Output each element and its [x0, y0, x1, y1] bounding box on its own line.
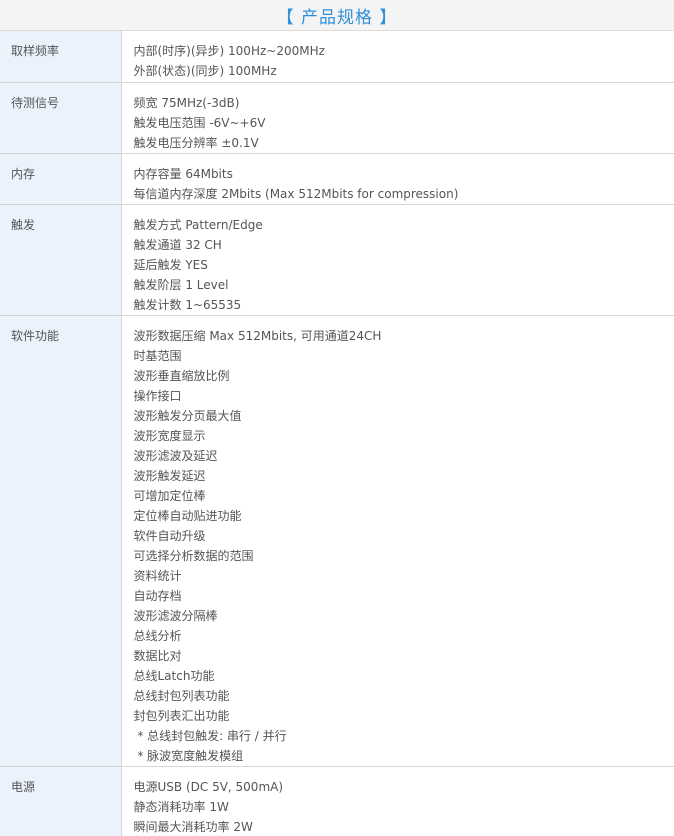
spec-values: 频宽 75MHz(-3dB) 触发电压范围 -6V~+6V 触发电压分辨率 ±0.1…	[121, 82, 674, 154]
spec-value-line: * 脉波宽度触发模组	[133, 748, 244, 763]
spec-values: 内部(时序)(异步) 100Hz~200MHz 外部(状态)(同步) 100MHz	[121, 31, 674, 83]
spec-row-sampling-rate: 取样频率 内部(时序)(异步) 100Hz~200MHz 外部(状态)(同步) 10…	[0, 31, 674, 83]
spec-value-line: 波形触发分页最大值	[133, 408, 242, 423]
spec-value-line: 可增加定位棒	[133, 488, 206, 503]
spec-value-line: 操作接口	[133, 388, 182, 403]
spec-table: 取样频率 内部(时序)(异步) 100Hz~200MHz 外部(状态)(同步) 10…	[0, 31, 674, 836]
spec-label: 软件功能	[0, 315, 122, 767]
spec-value-line: 波形数据压缩 Max 512Mbits, 可用通道24CH	[133, 328, 382, 343]
spec-value-line: 波形滤波及延迟	[133, 448, 218, 463]
spec-value-line: 软件自动升级	[133, 528, 206, 543]
spec-values: 触发方式 Pattern/Edge 触发通道 32 CH 延后触发 YES 触发阶层 …	[121, 204, 674, 316]
spec-values: 波形数据压缩 Max 512Mbits, 可用通道24CH 时基范围波形垂直缩放比…	[121, 315, 674, 767]
spec-value-line: 波形触发延迟	[133, 468, 206, 483]
spec-value-line: 瞬间最大消耗功率 2W	[133, 819, 253, 834]
spec-page: 【 产品规格 】 取样频率 内部(时序)(异步) 100Hz~200MHz 外部(状…	[0, 0, 674, 836]
spec-label: 电源	[0, 766, 122, 836]
spec-label: 待测信号	[0, 82, 122, 154]
spec-value-line: 波形滤波分隔棒	[133, 608, 218, 623]
spec-value-line: 内存容量 64Mbits	[133, 166, 233, 181]
spec-value-line: 外部(状态)(同步) 100MHz	[133, 64, 277, 78]
spec-value-line: 静态消耗功率 1W	[133, 799, 229, 814]
spec-value-line: 资料统计	[133, 568, 182, 583]
spec-value-line: 波形宽度显示	[133, 428, 206, 443]
spec-row-trigger: 触发 触发方式 Pattern/Edge 触发通道 32 CH 延后触发 YES 触发阶…	[0, 204, 674, 316]
spec-row-memory: 内存 内存容量 64Mbits 每信道内存深度 2Mbits (Max 512Mbi…	[0, 153, 674, 205]
spec-value-line: 延后触发 YES	[133, 257, 208, 272]
spec-value-line: * 总线封包触发: 串行 / 并行	[133, 728, 287, 743]
spec-value-line: 触发计数 1~65535	[133, 297, 242, 312]
spec-value-line: 电源USB (DC 5V, 500mA)	[133, 779, 284, 794]
spec-value-line: 数据比对	[133, 648, 182, 663]
spec-value-line: 定位棒自动贴进功能	[133, 508, 242, 523]
spec-row-signal-under-test: 待测信号 频宽 75MHz(-3dB) 触发电压范围 -6V~+6V 触发电压分辨率 …	[0, 82, 674, 154]
spec-row-power: 电源 电源USB (DC 5V, 500mA) 静态消耗功率 1W 瞬间最大消耗功率 …	[0, 766, 674, 836]
spec-value-line: 频宽 75MHz(-3dB)	[133, 95, 240, 110]
spec-value-line: 总线Latch功能	[133, 668, 215, 683]
spec-value-line: 总线封包列表功能	[133, 688, 230, 703]
spec-value-line: 可选择分析数据的范围	[133, 548, 254, 563]
spec-value-line: 时基范围	[133, 348, 182, 363]
spec-value-line: 内部(时序)(异步) 100Hz~200MHz	[133, 44, 325, 58]
spec-value-line: 触发电压范围 -6V~+6V	[133, 115, 266, 130]
spec-values: 内存容量 64Mbits 每信道内存深度 2Mbits (Max 512Mbits…	[121, 153, 674, 205]
spec-value-line: 触发通道 32 CH	[133, 237, 222, 252]
page-title: 【 产品规格 】	[0, 0, 674, 31]
spec-value-line: 触发方式 Pattern/Edge	[133, 217, 263, 232]
spec-value-line: 波形垂直缩放比例	[133, 368, 230, 383]
spec-row-software-features: 软件功能 波形数据压缩 Max 512Mbits, 可用通道24CH 时基范围波形垂…	[0, 315, 674, 767]
spec-value-line: 触发阶层 1 Level	[133, 277, 229, 292]
spec-value-line: 自动存档	[133, 588, 182, 603]
spec-label: 触发	[0, 204, 122, 316]
spec-label: 内存	[0, 153, 122, 205]
spec-value-line: 封包列表汇出功能	[133, 708, 230, 723]
spec-value-line: 总线分析	[133, 628, 182, 643]
spec-value-line: 触发电压分辨率 ±0.1V	[133, 135, 259, 150]
spec-value-line: 每信道内存深度 2Mbits (Max 512Mbits for compres…	[133, 186, 459, 201]
spec-label: 取样频率	[0, 31, 122, 83]
spec-values: 电源USB (DC 5V, 500mA) 静态消耗功率 1W 瞬间最大消耗功率 2W	[121, 766, 674, 836]
